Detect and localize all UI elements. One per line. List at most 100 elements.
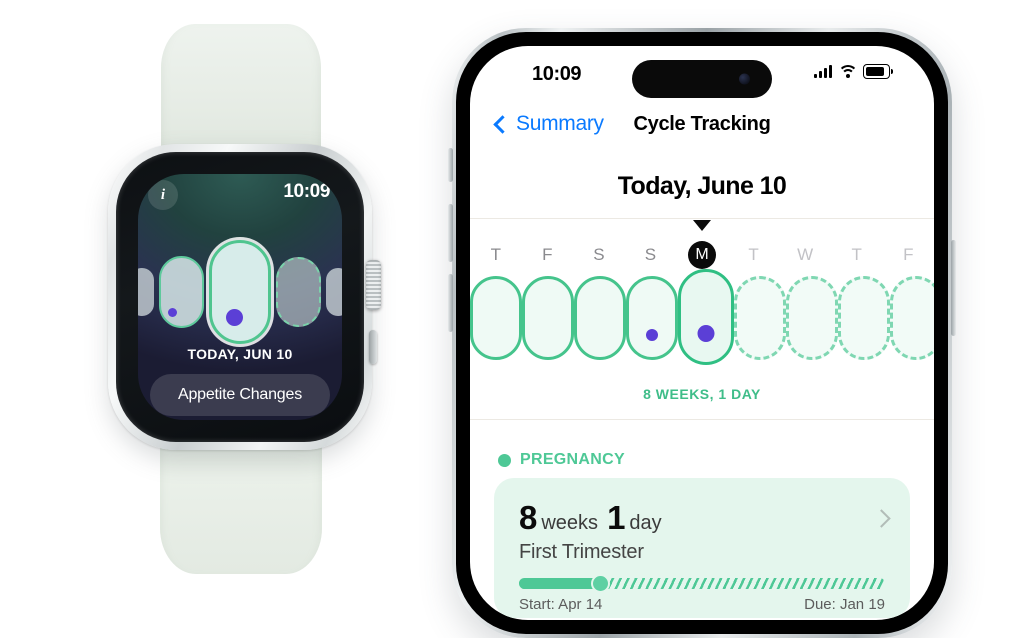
cycle-day-cell[interactable] [890, 276, 934, 360]
status-bar: 10:09 [470, 46, 934, 104]
day-letter-text: S [644, 245, 657, 264]
day-letter-today[interactable]: M [676, 241, 728, 269]
watch-day-pill-body [138, 268, 154, 316]
days-value: 1 [607, 499, 625, 536]
today-heading: Today, June 10 [617, 172, 787, 200]
weeks-value: 8 [519, 499, 537, 536]
watch-day-pill-predicted[interactable] [276, 257, 321, 327]
volume-down-button[interactable] [448, 274, 453, 332]
day-letter-text: M [688, 241, 717, 269]
day-letter-text: T [851, 245, 862, 264]
cycle-day-cell-today[interactable] [678, 269, 734, 365]
day-letter-strip: T F S S M T W T F [470, 238, 934, 272]
symptom-dot [646, 329, 658, 341]
day-letter-text: T [490, 245, 501, 264]
apple-watch: i 10:09 TODAY, JUN 10 Appetite Changes [96, 24, 386, 590]
iphone: 10:09 Summary Cycle Tracking Today, June… [448, 28, 956, 638]
front-camera-icon [739, 73, 750, 85]
cycle-day-cell[interactable] [522, 276, 574, 360]
watch-day-pill-body [209, 240, 271, 344]
phone-frame: 10:09 Summary Cycle Tracking Today, June… [448, 28, 956, 638]
digital-crown[interactable] [366, 260, 381, 310]
watch-side-button[interactable] [369, 330, 377, 364]
symptom-dot [226, 309, 243, 326]
day-letter-text: W [797, 245, 814, 264]
cycle-day-cell[interactable] [838, 276, 890, 360]
phone-screen: 10:09 Summary Cycle Tracking Today, June… [470, 46, 934, 620]
screenshot-stage: i 10:09 TODAY, JUN 10 Appetite Changes 1… [0, 0, 1024, 638]
day-letter[interactable]: F [883, 245, 935, 265]
cycle-day-pill-today [678, 269, 734, 365]
watch-cycle-timeline [138, 240, 342, 344]
cycle-day-pill [522, 276, 574, 360]
watch-case: i 10:09 TODAY, JUN 10 Appetite Changes [108, 144, 381, 450]
cycle-day-pill-predicted [890, 276, 934, 360]
progress-fill [519, 578, 600, 589]
day-letter[interactable]: T [831, 245, 883, 265]
symptom-dot [697, 325, 715, 342]
day-letter[interactable]: F [522, 245, 574, 265]
due-date-label: Due: Jan 19 [804, 596, 885, 613]
cycle-day-cell[interactable] [574, 276, 626, 360]
ringer-switch[interactable] [448, 148, 453, 182]
cycle-day-pill-predicted [838, 276, 890, 360]
dynamic-island [632, 60, 772, 98]
trimester-label: First Trimester [519, 541, 644, 563]
day-letter-text: S [593, 245, 605, 264]
info-icon[interactable]: i [148, 180, 178, 210]
day-letter[interactable]: W [779, 245, 831, 265]
divider [470, 218, 934, 219]
cycle-day-pill [574, 276, 626, 360]
watch-date-label: TODAY, JUN 10 [187, 346, 293, 362]
start-date-label: Start: Apr 14 [519, 596, 603, 613]
day-letter[interactable]: S [573, 245, 625, 265]
weeks-summary-label: 8 WEEKS, 1 DAY [643, 386, 761, 402]
watch-day-pill-body [276, 257, 321, 327]
cycle-day-pill [470, 276, 522, 360]
pregnancy-duration: 8 weeks 1 day [519, 499, 671, 537]
status-bar-indicators [814, 64, 893, 79]
symptom-dot [168, 308, 177, 317]
cycle-day-cell[interactable] [470, 276, 522, 360]
watch-day-pill-body [159, 256, 204, 328]
days-unit: day [629, 512, 662, 534]
navigation-bar: Summary Cycle Tracking [470, 104, 934, 158]
cycle-day-pill-predicted [786, 276, 838, 360]
day-letter[interactable]: S [625, 245, 677, 265]
pregnancy-section-header: PREGNANCY [498, 451, 625, 469]
watch-status-bar: i 10:09 [138, 180, 342, 210]
status-bar-time: 10:09 [532, 63, 582, 85]
page-title: Cycle Tracking [633, 113, 771, 135]
cycle-day-cell[interactable] [786, 276, 838, 360]
volume-up-button[interactable] [448, 204, 453, 262]
day-letter-text: F [903, 245, 914, 264]
watch-day-pill[interactable] [326, 268, 342, 316]
cycle-day-cell[interactable] [626, 276, 678, 360]
day-letter[interactable]: T [728, 245, 780, 265]
pregnancy-card[interactable]: 8 weeks 1 day First Trimester Start: Apr… [494, 478, 910, 618]
cycle-day-pill-predicted [734, 276, 786, 360]
battery-icon [863, 64, 893, 79]
chevron-right-icon [872, 509, 891, 528]
watch-day-pill-today[interactable] [209, 240, 271, 344]
appetite-changes-button[interactable]: Appetite Changes [150, 374, 330, 416]
day-letter-text: T [748, 245, 759, 264]
watch-clock: 10:09 [283, 181, 330, 202]
day-letter-text: F [542, 245, 553, 264]
watch-day-pill-body [326, 268, 342, 316]
watch-case-inner: i 10:09 TODAY, JUN 10 Appetite Changes [116, 152, 364, 442]
cycle-day-cell[interactable] [734, 276, 786, 360]
cycle-day-pill [626, 276, 678, 360]
watch-day-pill[interactable] [138, 268, 154, 316]
status-dot-green-icon [498, 453, 511, 467]
divider [470, 419, 934, 420]
progress-knob [592, 576, 608, 591]
weeks-unit: weeks [541, 512, 599, 534]
watch-screen: i 10:09 TODAY, JUN 10 Appetite Changes [138, 174, 342, 420]
day-letter[interactable]: T [470, 245, 522, 265]
phone-bezel: 10:09 Summary Cycle Tracking Today, June… [456, 32, 948, 634]
today-caret-icon [693, 220, 711, 231]
pregnancy-section-title: PREGNANCY [520, 451, 625, 468]
watch-day-pill[interactable] [159, 256, 204, 328]
power-button[interactable] [951, 240, 956, 336]
